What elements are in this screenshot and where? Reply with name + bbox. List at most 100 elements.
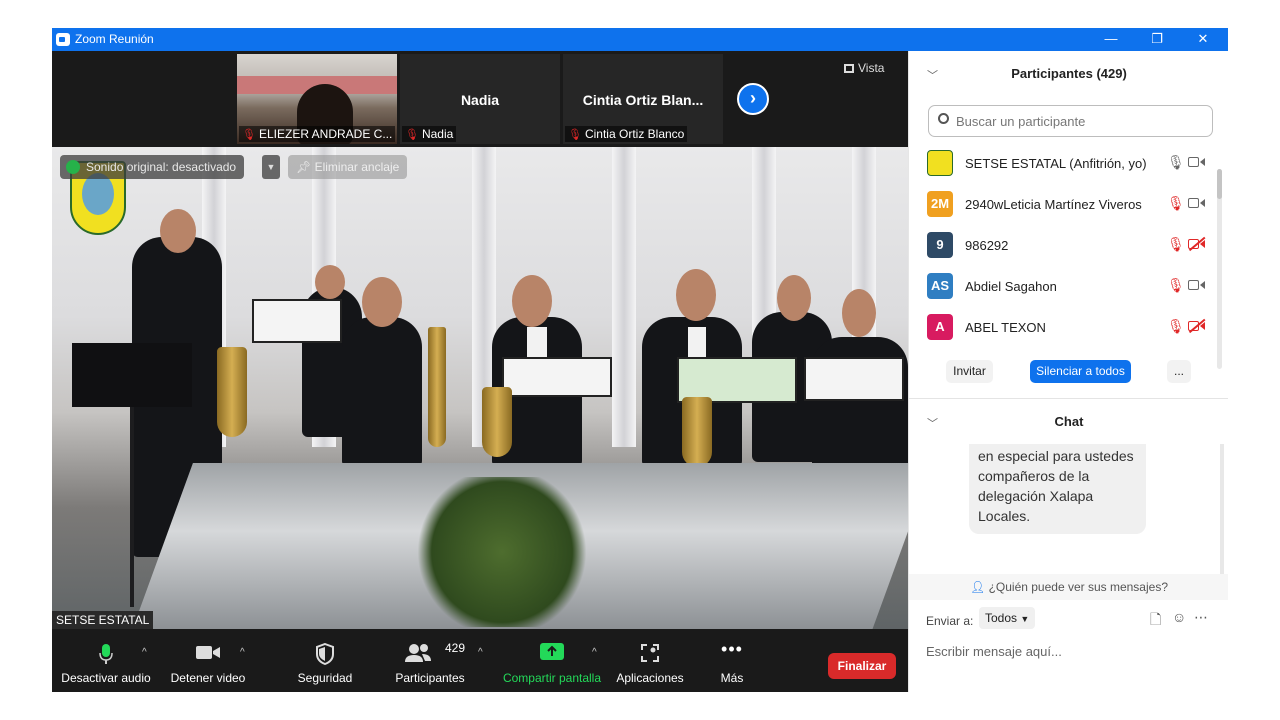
musician-face xyxy=(777,275,811,321)
mute-button[interactable]: Desactivar audio xyxy=(58,629,154,692)
video-options-caret-icon[interactable]: ^ xyxy=(240,647,245,658)
who-can-see-link[interactable]: 👤︎ ¿Quién puede ver sus mensajes? xyxy=(909,574,1228,600)
main-video: Sonido original: desactivado ▼ 📌︎ Elimin… xyxy=(52,147,908,629)
participant-name: ABEL TEXON xyxy=(965,320,1046,335)
participant-name: Abdiel Sagahon xyxy=(965,279,1057,294)
avatar: 2M xyxy=(927,191,953,217)
avatar-initials: AS xyxy=(930,278,950,293)
unpin-label: Eliminar anclaje xyxy=(314,160,400,174)
original-sound-indicator[interactable]: Sonido original: desactivado xyxy=(60,155,245,179)
music-stand xyxy=(72,343,192,407)
recipient-select[interactable]: Todos ▼ xyxy=(979,607,1036,629)
video-camera-icon[interactable] xyxy=(1188,155,1206,169)
security-button[interactable]: Seguridad xyxy=(282,629,368,692)
chevron-down-icon: ▼ xyxy=(1020,614,1030,624)
chat-scrollbar[interactable] xyxy=(1220,444,1224,574)
video-tile[interactable]: Nadia 🎙︎ Nadia xyxy=(400,54,560,144)
video-camera-icon[interactable] xyxy=(1188,196,1206,210)
avatar-initials: 2M xyxy=(930,196,950,211)
panel-divider xyxy=(909,398,1228,399)
mic-muted-icon: 🎙︎ xyxy=(568,129,582,141)
person-info-icon: 👤︎ xyxy=(969,580,989,594)
share-screen-icon xyxy=(540,643,564,660)
mic-muted-icon: 🎙︎ xyxy=(405,129,419,141)
video-tile[interactable]: 🎙︎ ELIEZER ANDRADE C... xyxy=(237,54,397,144)
mic-muted-icon[interactable]: 🎙︎ xyxy=(1167,277,1185,294)
audio-options-caret-icon[interactable]: ^ xyxy=(142,647,147,658)
participant-row[interactable]: AS Abdiel Sagahon 🎙︎ xyxy=(909,266,1219,307)
participant-row[interactable]: 2M 2940wLeticia Martínez Viveros 🎙︎ xyxy=(909,184,1219,225)
apps-label: Aplicaciones xyxy=(616,671,684,685)
share-screen-button[interactable]: Compartir pantalla xyxy=(498,629,606,692)
end-meeting-button[interactable]: Finalizar xyxy=(828,653,896,679)
emoji-icon[interactable]: ☺ xyxy=(1172,609,1186,625)
close-button[interactable]: ✕ xyxy=(1180,28,1226,51)
musician-face xyxy=(842,289,876,337)
participant-row[interactable]: A ABEL TEXON 🎙︎ xyxy=(909,307,1219,348)
stop-video-button[interactable]: Detener video xyxy=(164,629,252,692)
zoom-window: Zoom Reunión — ❐ ✕ 🎙︎ ELIEZER ANDRADE C..… xyxy=(52,28,1228,692)
chat-header: ﹀ Chat xyxy=(909,400,1228,444)
mic-muted-icon[interactable]: 🎙︎ xyxy=(1167,195,1185,212)
more-options-button[interactable]: ... xyxy=(1167,360,1191,383)
musician-face xyxy=(512,275,552,327)
mic-muted-icon[interactable]: 🎙︎ xyxy=(1167,318,1185,335)
participant-row[interactable]: SETSE ESTATAL (Anfitrión, yo) 🎙︎ xyxy=(909,143,1219,184)
view-button[interactable]: Vista xyxy=(844,61,884,75)
participants-scrollbar[interactable] xyxy=(1217,169,1222,369)
musician xyxy=(342,317,422,467)
file-icon[interactable]: 🗋 xyxy=(1150,609,1161,633)
participant-search-input[interactable] xyxy=(956,111,1206,131)
participant-name: 986292 xyxy=(965,238,1009,253)
participants-caret-icon[interactable]: ^ xyxy=(478,647,483,658)
pin-icon: 📌︎ xyxy=(296,160,315,174)
restore-button[interactable]: ❐ xyxy=(1134,28,1180,51)
unpin-button[interactable]: 📌︎ Eliminar anclaje xyxy=(288,155,408,179)
title-bar: Zoom Reunión — ❐ ✕ xyxy=(52,28,1228,51)
speaker-name-tag: SETSE ESTATAL xyxy=(52,611,154,629)
video-tile[interactable]: Cintia Ortiz Blan... 🎙︎ Cintia Ortiz Blan… xyxy=(563,54,723,144)
more-dots-icon[interactable]: ⋯ xyxy=(1194,609,1208,626)
chat-message-input[interactable] xyxy=(926,641,1216,661)
minimize-button[interactable]: — xyxy=(1088,28,1134,51)
tile-label-text: ELIEZER ANDRADE C... xyxy=(258,127,393,141)
participant-row[interactable]: 9 986292 🎙︎ xyxy=(909,225,1219,266)
avatar-initials: A xyxy=(935,319,945,334)
microphone-icon xyxy=(99,644,113,664)
video-off-icon[interactable] xyxy=(1188,319,1206,333)
music-stand xyxy=(252,299,342,343)
apps-button[interactable]: Aplicaciones xyxy=(610,629,690,692)
video-off-icon[interactable] xyxy=(1188,237,1206,251)
chevron-down-icon[interactable]: ▼ xyxy=(262,155,280,179)
mic-muted-icon: 🎙︎ xyxy=(242,129,256,141)
share-options-caret-icon[interactable]: ^ xyxy=(592,647,597,658)
chat-messages: en especial para ustedes compañeros de l… xyxy=(909,444,1228,574)
more-label: Más xyxy=(720,671,744,685)
musician-face xyxy=(362,277,402,327)
next-page-arrow-icon[interactable]: › xyxy=(737,83,769,115)
mute-all-button[interactable]: Silenciar a todos xyxy=(1030,360,1131,383)
tile-label-text: Nadia xyxy=(421,127,454,141)
shield-check-icon xyxy=(66,160,80,174)
original-sound-label: Sonido original: desactivado xyxy=(86,160,237,174)
more-button[interactable]: ••• Más xyxy=(702,629,762,692)
saxophone xyxy=(217,347,247,437)
saxophone xyxy=(682,397,712,467)
tile-name: Cintia Ortiz Blan... xyxy=(582,92,704,108)
microphone-icon[interactable]: 🎙︎ xyxy=(1167,154,1185,171)
participants-icon xyxy=(405,644,431,662)
zoom-app-icon xyxy=(56,33,70,46)
meeting-area: 🎙︎ ELIEZER ANDRADE C... Nadia 🎙︎ Nadia Cin… xyxy=(52,51,908,692)
side-panel: ﹀ Participantes (429) SETSE ESTATAL (Anf… xyxy=(908,51,1228,692)
musician-face xyxy=(676,269,716,321)
video-camera-icon[interactable] xyxy=(1188,278,1206,292)
participants-button[interactable]: 429 Participantes xyxy=(388,629,472,692)
more-dots-icon: ••• xyxy=(721,639,743,659)
mic-muted-icon[interactable]: 🎙︎ xyxy=(1167,236,1185,253)
participant-search[interactable] xyxy=(928,105,1213,137)
trombone xyxy=(428,327,446,447)
tile-label: 🎙︎ Cintia Ortiz Blanco xyxy=(565,126,688,142)
invite-button[interactable]: Invitar xyxy=(946,360,993,383)
saxophone xyxy=(482,387,512,457)
meeting-toolbar: Desactivar audio ^ Detener video ^ Segur… xyxy=(52,629,908,692)
